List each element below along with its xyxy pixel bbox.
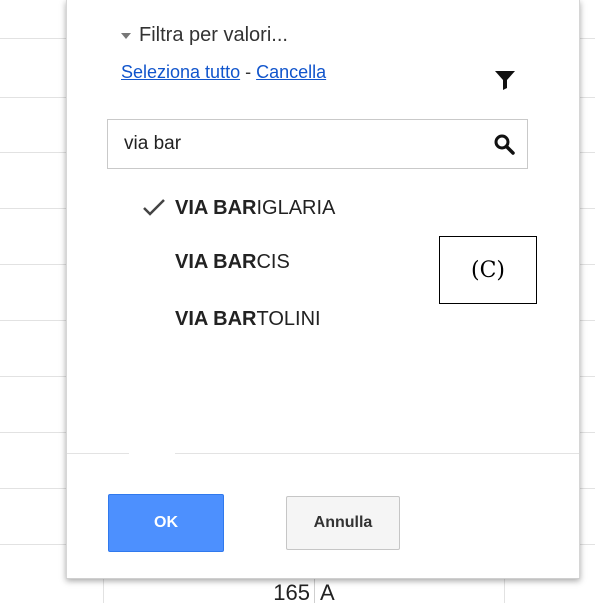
link-separator: - [245, 62, 252, 82]
ok-button[interactable]: OK [108, 494, 224, 552]
value-item-barcis[interactable]: VIA BARCIS [67, 242, 487, 282]
cancel-button[interactable]: Annulla [286, 496, 400, 550]
magnifier-icon[interactable] [493, 133, 515, 155]
value-rest-text: TOLINI [256, 307, 321, 330]
value-item-bariglaria[interactable]: VIA BARIGLARIA [67, 188, 487, 228]
cell-divider [314, 578, 315, 603]
search-input[interactable]: via bar [107, 119, 528, 169]
clear-link[interactable]: Cancella [256, 62, 326, 83]
search-input-value[interactable]: via bar [124, 133, 181, 155]
triangle-down-icon [121, 32, 131, 39]
annotation-label-box: (C) [439, 236, 537, 304]
filter-by-values-toggle[interactable]: Filtra per valori... [121, 24, 288, 47]
select-all-link[interactable]: Seleziona tutto [121, 62, 240, 83]
footer-divider-gap [129, 453, 175, 454]
value-rest-text: CIS [256, 250, 290, 273]
value-item-bartolini[interactable]: VIA BARTOLINI [67, 299, 487, 339]
value-label: VIA BARTOLINI [175, 308, 321, 331]
filter-by-values-label: Filtra per valori... [139, 24, 288, 46]
check-icon [143, 199, 165, 216]
filter-panel: Filtra per valori... Seleziona tutto - C… [66, 0, 580, 579]
cell-number[interactable]: 165 [230, 582, 310, 603]
value-match-text: VIA BAR [175, 307, 257, 330]
value-rest-text: IGLARIA [256, 196, 336, 219]
value-match-text: VIA BAR [175, 196, 257, 219]
selection-links: Seleziona tutto - Cancella [121, 62, 326, 83]
cell-letter[interactable]: A [320, 582, 335, 603]
value-label: VIA BARCIS [175, 251, 290, 274]
bottom-sheet-row: 165 A [0, 578, 595, 603]
value-label: VIA BARIGLARIA [175, 197, 335, 220]
funnel-icon[interactable] [494, 69, 516, 91]
value-match-text: VIA BAR [175, 250, 257, 273]
